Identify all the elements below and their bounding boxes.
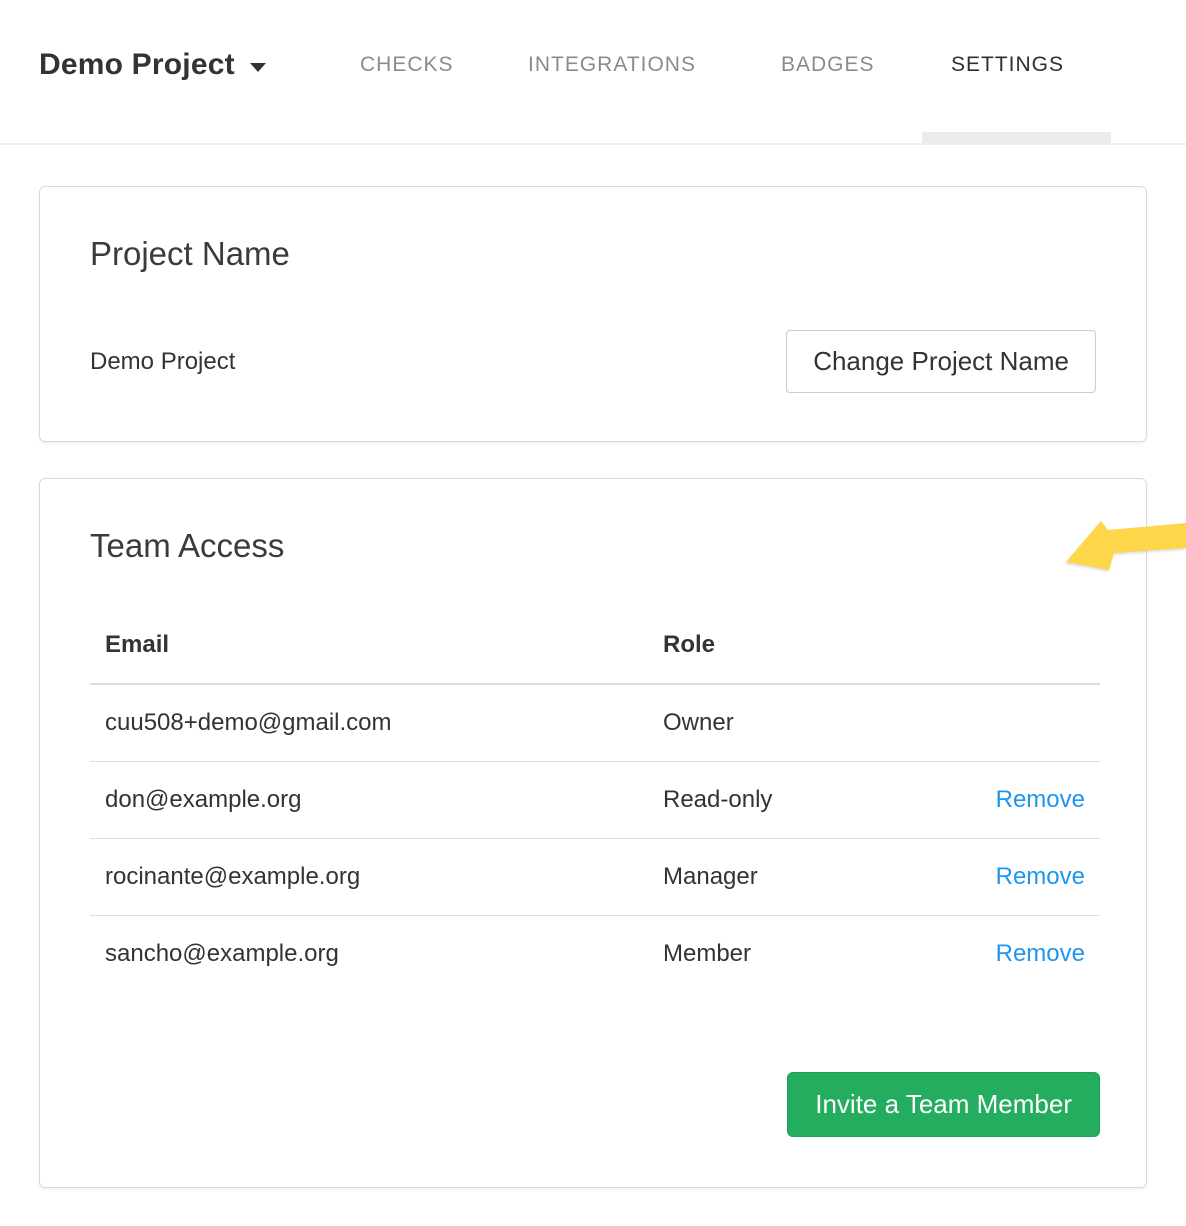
member-action-cell: Remove (870, 839, 1100, 916)
project-name-row: Demo Project Change Project Name (90, 330, 1096, 393)
member-role: Read-only (648, 762, 870, 839)
team-access-card: Team Access Email Role cuu508+demo@gmail… (39, 478, 1147, 1188)
project-switcher[interactable]: Demo Project (39, 48, 266, 82)
column-header-action (870, 611, 1100, 684)
member-role: Manager (648, 839, 870, 916)
team-access-card-title: Team Access (90, 527, 1096, 565)
table-row: don@example.org Read-only Remove (90, 762, 1100, 839)
member-email: cuu508+demo@gmail.com (90, 684, 648, 762)
table-row: cuu508+demo@gmail.com Owner (90, 684, 1100, 762)
tab-checks[interactable]: CHECKS (360, 53, 454, 77)
table-header-row: Email Role (90, 611, 1100, 684)
member-action-cell: Remove (870, 762, 1100, 839)
member-role: Member (648, 916, 870, 993)
invite-row: Invite a Team Member (90, 1072, 1100, 1137)
column-header-email: Email (90, 611, 648, 684)
tab-badges[interactable]: BADGES (781, 53, 875, 77)
current-project-name: Demo Project (90, 348, 235, 376)
member-email: don@example.org (90, 762, 648, 839)
remove-member-link[interactable]: Remove (996, 940, 1085, 967)
team-members-table: Email Role cuu508+demo@gmail.com Owner d… (90, 611, 1100, 992)
member-email: sancho@example.org (90, 916, 648, 993)
tab-integrations[interactable]: INTEGRATIONS (528, 53, 696, 77)
member-action-cell (870, 684, 1100, 762)
change-project-name-button[interactable]: Change Project Name (786, 330, 1096, 393)
member-role: Owner (648, 684, 870, 762)
top-navigation-bar: Demo Project CHECKS INTEGRATIONS BADGES … (0, 0, 1186, 145)
invite-team-member-button[interactable]: Invite a Team Member (787, 1072, 1100, 1137)
member-action-cell: Remove (870, 916, 1100, 993)
table-row: rocinante@example.org Manager Remove (90, 839, 1100, 916)
project-switcher-label: Demo Project (39, 48, 235, 82)
remove-member-link[interactable]: Remove (996, 863, 1085, 890)
project-name-card-title: Project Name (90, 235, 1096, 273)
tab-settings[interactable]: SETTINGS (951, 53, 1064, 77)
project-name-card: Project Name Demo Project Change Project… (39, 186, 1147, 442)
column-header-role: Role (648, 611, 870, 684)
member-email: rocinante@example.org (90, 839, 648, 916)
active-tab-indicator (922, 132, 1111, 144)
remove-member-link[interactable]: Remove (996, 786, 1085, 813)
table-row: sancho@example.org Member Remove (90, 916, 1100, 993)
caret-down-icon (250, 63, 266, 72)
